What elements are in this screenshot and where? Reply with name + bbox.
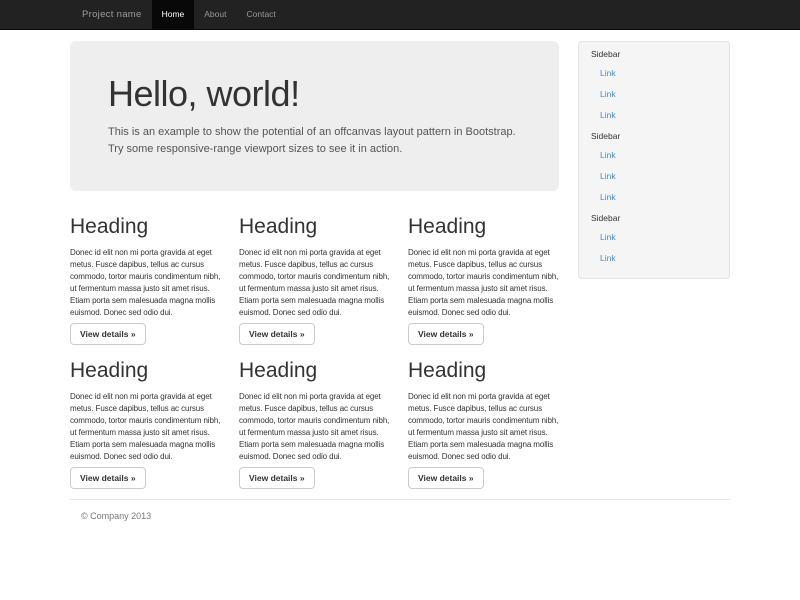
navbar-inner: Project name Home About Contact — [70, 0, 730, 29]
sidebar-link[interactable]: Link — [591, 165, 717, 186]
nav-item-home[interactable]: Home — [152, 0, 195, 29]
card-heading: Heading — [239, 359, 390, 382]
card-heading: Heading — [408, 359, 559, 382]
nav-link-about[interactable]: About — [194, 0, 236, 29]
jumbotron-description: This is an example to show the potential… — [108, 124, 521, 158]
card-heading: Heading — [70, 359, 221, 382]
navbar-brand[interactable]: Project name — [70, 0, 152, 29]
feature-card: Heading Donec id elit non mi porta gravi… — [70, 201, 221, 345]
sidebar: Sidebar Link Link Link Sidebar Link Link… — [578, 41, 730, 279]
feature-card: Heading Donec id elit non mi porta gravi… — [408, 345, 559, 489]
card-text: Donec id elit non mi porta gravida at eg… — [239, 247, 390, 319]
card-heading: Heading — [408, 215, 559, 238]
sidebar-link[interactable]: Link — [591, 186, 717, 207]
sidebar-link[interactable]: Link — [591, 62, 717, 83]
sidebar-group-title: Sidebar — [591, 48, 717, 60]
main-column: Hello, world! This is an example to show… — [70, 30, 559, 489]
feature-card: Heading Donec id elit non mi porta gravi… — [239, 201, 390, 345]
sidebar-link[interactable]: Link — [591, 247, 717, 268]
sidebar-link[interactable]: Link — [591, 144, 717, 165]
card-text: Donec id elit non mi porta gravida at eg… — [408, 247, 559, 319]
card-text: Donec id elit non mi porta gravida at eg… — [70, 391, 221, 463]
card-heading: Heading — [239, 215, 390, 238]
content-row: Hello, world! This is an example to show… — [70, 30, 730, 489]
footer-divider — [70, 499, 730, 500]
navbar: Project name Home About Contact — [0, 0, 800, 30]
nav-link-contact[interactable]: Contact — [236, 0, 285, 29]
page-container: Hello, world! This is an example to show… — [70, 30, 730, 521]
card-text: Donec id elit non mi porta gravida at eg… — [239, 391, 390, 463]
footer: © Company 2013 — [70, 511, 730, 521]
navbar-menu: Home About Contact — [152, 0, 286, 29]
nav-link-home[interactable]: Home — [152, 0, 195, 29]
nav-item-about[interactable]: About — [194, 0, 236, 29]
card-heading: Heading — [70, 215, 221, 238]
cards-row-2: Heading Donec id elit non mi porta gravi… — [70, 345, 559, 489]
jumbotron-title: Hello, world! — [108, 74, 521, 114]
view-details-button[interactable]: View details » — [239, 467, 315, 489]
view-details-button[interactable]: View details » — [70, 323, 146, 345]
card-text: Donec id elit non mi porta gravida at eg… — [70, 247, 221, 319]
copyright-text: © Company 2013 — [81, 511, 730, 521]
sidebar-link[interactable]: Link — [591, 83, 717, 104]
card-text: Donec id elit non mi porta gravida at eg… — [408, 391, 559, 463]
jumbotron: Hello, world! This is an example to show… — [70, 41, 559, 191]
sidebar-group-title: Sidebar — [591, 130, 717, 142]
sidebar-link[interactable]: Link — [591, 104, 717, 125]
sidebar-link[interactable]: Link — [591, 226, 717, 247]
nav-item-contact[interactable]: Contact — [236, 0, 285, 29]
view-details-button[interactable]: View details » — [408, 467, 484, 489]
view-details-button[interactable]: View details » — [70, 467, 146, 489]
cards-row-1: Heading Donec id elit non mi porta gravi… — [70, 201, 559, 345]
view-details-button[interactable]: View details » — [408, 323, 484, 345]
feature-card: Heading Donec id elit non mi porta gravi… — [408, 201, 559, 345]
feature-card: Heading Donec id elit non mi porta gravi… — [70, 345, 221, 489]
sidebar-group-title: Sidebar — [591, 212, 717, 224]
feature-card: Heading Donec id elit non mi porta gravi… — [239, 345, 390, 489]
view-details-button[interactable]: View details » — [239, 323, 315, 345]
